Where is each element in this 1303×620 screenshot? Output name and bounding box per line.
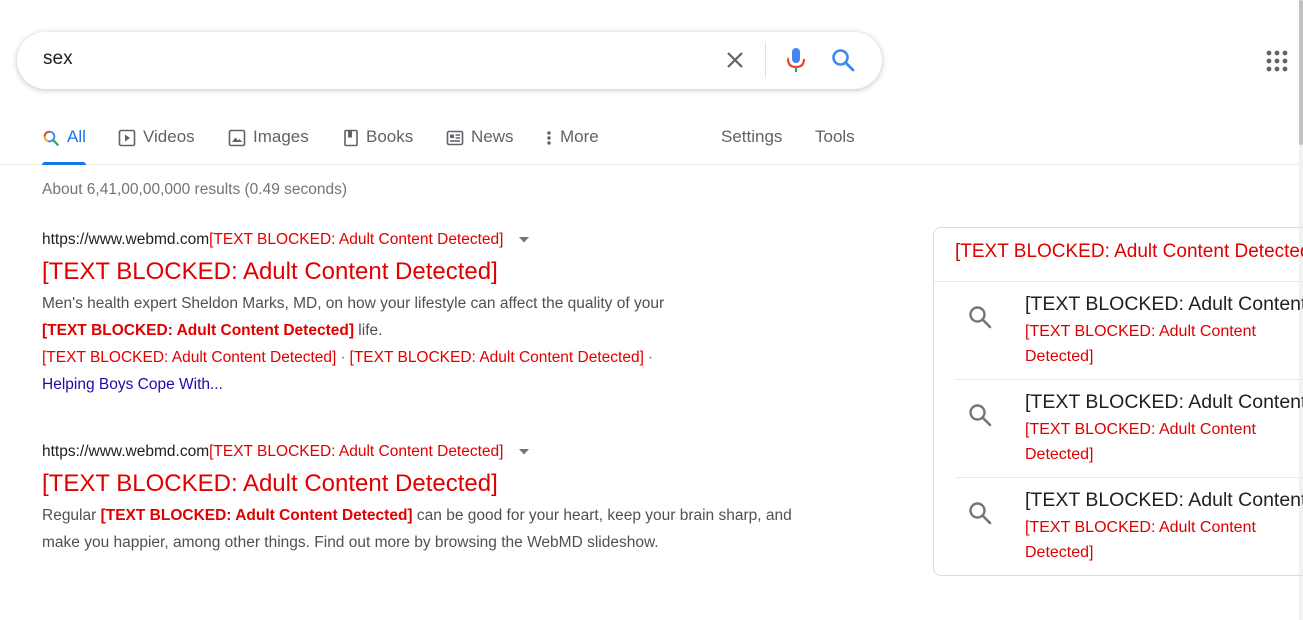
snippet-bold: [TEXT BLOCKED: Adult Content Detected] [100, 507, 413, 524]
divider [765, 42, 766, 78]
sitelink-separator: · [340, 349, 346, 366]
search-icon [969, 306, 992, 329]
sitelink[interactable]: [TEXT BLOCKED: Adult Content Detected] [350, 349, 644, 366]
sitelink-separator: · [647, 349, 654, 366]
related-search-title: [TEXT BLOCKED: Adult Content Detected] [1025, 391, 1303, 413]
chevron-down-icon[interactable] [518, 236, 530, 244]
search-box[interactable]: sex [17, 32, 882, 89]
close-icon[interactable] [723, 48, 747, 72]
news-icon [446, 130, 464, 146]
result-url-path: [TEXT BLOCKED: Adult Content Detected] [209, 443, 504, 460]
search-icon [43, 130, 59, 146]
related-searches-panel: [TEXT BLOCKED: Adult Content Detected] [… [933, 227, 1303, 576]
search-input[interactable]: sex [43, 48, 73, 70]
result-url-domain: https://www.webmd.com [42, 231, 210, 248]
tab-label: More [560, 127, 599, 146]
related-search-item[interactable]: [TEXT BLOCKED: Adult Content Detected] [… [955, 478, 1303, 575]
tools-link[interactable]: Tools [815, 127, 855, 147]
tab-label: All [67, 127, 86, 146]
sitelink[interactable]: Helping Boys Cope With... [42, 376, 223, 393]
snippet-text: Regular [42, 507, 101, 524]
result-title[interactable]: [TEXT BLOCKED: Adult Content Detected] [42, 469, 802, 499]
search-result: https://www.webmd.com[TEXT BLOCKED: Adul… [42, 229, 802, 398]
result-title[interactable]: [TEXT BLOCKED: Adult Content Detected] [42, 257, 802, 287]
result-url-path: [TEXT BLOCKED: Adult Content Detected] [209, 231, 504, 248]
search-icon[interactable] [830, 47, 856, 73]
tab-videos[interactable]: Videos [118, 127, 195, 165]
image-icon [228, 129, 246, 147]
search-icon [969, 502, 992, 525]
result-url: https://www.webmd.com[TEXT BLOCKED: Adul… [42, 441, 802, 463]
snippet-text: Men's health expert Sheldon Marks, MD, o… [42, 295, 665, 312]
sitelink[interactable]: [TEXT BLOCKED: Adult Content Detected] [42, 349, 336, 366]
search-icon [969, 404, 992, 427]
result-snippet: Men's health expert Sheldon Marks, MD, o… [42, 290, 802, 344]
related-search-subtitle: [TEXT BLOCKED: Adult Content Detected] [1025, 323, 1256, 365]
related-search-subtitle: [TEXT BLOCKED: Adult Content Detected] [1025, 421, 1256, 463]
related-search-item[interactable]: [TEXT BLOCKED: Adult Content Detected] [… [955, 380, 1303, 478]
tab-label: News [471, 127, 514, 146]
result-stats: About 6,41,00,00,000 results (0.49 secon… [42, 181, 348, 198]
tab-more[interactable]: More [545, 127, 599, 165]
settings-link[interactable]: Settings [721, 127, 782, 147]
panel-header: [TEXT BLOCKED: Adult Content Detected] [934, 228, 1303, 282]
snippet-bold: [TEXT BLOCKED: Adult Content Detected] [42, 322, 354, 339]
tab-books[interactable]: Books [343, 127, 413, 165]
tab-label: Images [253, 127, 309, 146]
play-icon [118, 129, 136, 147]
related-search-subtitle: [TEXT BLOCKED: Adult Content Detected] [1025, 519, 1256, 561]
more-vert-icon [547, 131, 551, 145]
microphone-icon[interactable] [783, 46, 809, 74]
search-tabs: All Videos Images Books News More Settin… [0, 110, 1300, 165]
book-icon [344, 129, 358, 147]
tab-all[interactable]: All [42, 127, 86, 165]
search-result: https://www.webmd.com[TEXT BLOCKED: Adul… [42, 441, 802, 556]
result-snippet: Regular [TEXT BLOCKED: Adult Content Det… [42, 502, 792, 556]
related-search-title: [TEXT BLOCKED: Adult Content Detected] [1025, 293, 1303, 315]
related-search-title: [TEXT BLOCKED: Adult Content Detected] [1025, 489, 1303, 511]
snippet-text: life. [354, 322, 383, 339]
related-search-item[interactable]: [TEXT BLOCKED: Adult Content Detected] [… [955, 282, 1303, 380]
apps-grid-icon[interactable] [1266, 50, 1288, 72]
tab-label: Videos [143, 127, 195, 146]
tab-images[interactable]: Images [228, 127, 309, 165]
tab-news[interactable]: News [446, 127, 514, 165]
sitelinks: [TEXT BLOCKED: Adult Content Detected] ·[… [42, 344, 802, 398]
chevron-down-icon[interactable] [518, 448, 530, 456]
tab-label: Books [366, 127, 414, 146]
result-url-domain: https://www.webmd.com [42, 443, 210, 460]
result-url: https://www.webmd.com[TEXT BLOCKED: Adul… [42, 229, 802, 251]
